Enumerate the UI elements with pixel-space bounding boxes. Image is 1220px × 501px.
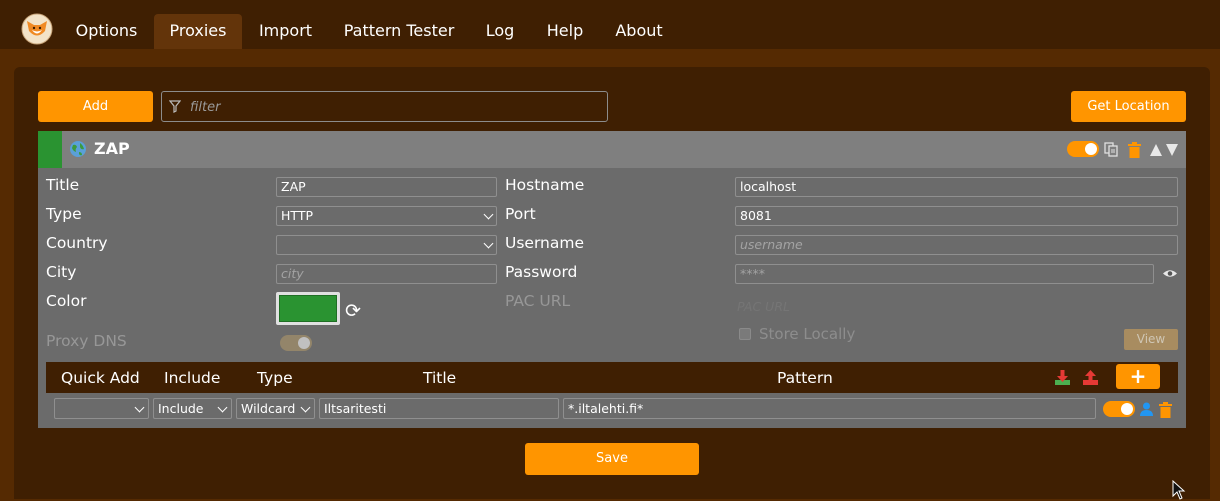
add-button[interactable]: Add: [38, 91, 153, 122]
tab-help[interactable]: Help: [535, 14, 595, 49]
pac-url-input[interactable]: PAC URL: [737, 299, 790, 314]
filter-icon: [169, 100, 181, 113]
view-button[interactable]: View: [1124, 329, 1178, 350]
proxy-card-header[interactable]: ZAP: [38, 131, 1186, 168]
quick-add-header: Quick Add: [61, 369, 140, 387]
username-label: Username: [505, 234, 585, 252]
proxy-color-strip: [38, 131, 62, 168]
delete-icon[interactable]: [1128, 142, 1141, 158]
foxyproxy-logo-icon: [21, 13, 53, 45]
title-input[interactable]: ZAP: [276, 177, 497, 197]
top-nav: Options Proxies Import Pattern Tester Lo…: [0, 0, 1220, 49]
export-patterns-icon[interactable]: [1082, 369, 1099, 386]
globe-icon: [70, 141, 86, 157]
type-header: Type: [257, 369, 293, 387]
title-label: Title: [46, 176, 80, 194]
delete-pattern-icon[interactable]: [1159, 402, 1172, 418]
password-input[interactable]: ****: [735, 264, 1154, 284]
proxy-dns-toggle[interactable]: [280, 335, 312, 351]
tab-log[interactable]: Log: [476, 14, 524, 49]
tab-import[interactable]: Import: [247, 14, 324, 49]
country-select[interactable]: [276, 235, 497, 255]
tab-proxies[interactable]: Proxies: [154, 14, 242, 49]
proxy-card: ZAP Title ZAP Type HTTP Country City cit…: [38, 131, 1186, 428]
tab-pattern-tester[interactable]: Pattern Tester: [332, 14, 466, 49]
tab-options[interactable]: Options: [63, 14, 150, 49]
city-input[interactable]: city: [276, 264, 497, 284]
pac-url-label: PAC URL: [505, 292, 571, 310]
patterns-header: Quick Add Include Type Title Pattern +: [46, 362, 1178, 393]
password-label: Password: [505, 263, 578, 281]
proxy-dns-label: Proxy DNS: [46, 332, 127, 350]
pattern-title-input[interactable]: Iltsaritesti: [319, 398, 559, 419]
random-color-icon[interactable]: ⟳: [345, 300, 361, 322]
mouse-cursor-icon: [1172, 480, 1186, 500]
type-label: Type: [46, 205, 82, 223]
move-up-icon[interactable]: [1149, 143, 1163, 157]
username-input[interactable]: username: [735, 235, 1178, 255]
user-icon[interactable]: [1140, 402, 1153, 416]
save-button[interactable]: Save: [525, 443, 699, 475]
pattern-header: Pattern: [777, 369, 833, 387]
store-locally-label: Store Locally: [759, 325, 856, 343]
store-locally-checkbox[interactable]: [739, 328, 751, 340]
import-patterns-icon[interactable]: [1054, 369, 1071, 386]
filter-field[interactable]: [161, 91, 608, 122]
port-input[interactable]: 8081: [735, 206, 1178, 226]
port-label: Port: [505, 205, 536, 223]
country-label: Country: [46, 234, 108, 252]
include-select[interactable]: Include: [153, 398, 232, 419]
proxy-card-title: ZAP: [94, 139, 130, 158]
hostname-label: Hostname: [505, 176, 585, 194]
move-down-icon[interactable]: [1165, 143, 1179, 157]
hostname-input[interactable]: localhost: [735, 177, 1178, 197]
color-picker[interactable]: [276, 292, 340, 325]
pattern-type-select[interactable]: Wildcard: [236, 398, 315, 419]
pattern-input[interactable]: *.iltalehti.fi*: [563, 398, 1096, 419]
add-pattern-button[interactable]: +: [1116, 364, 1160, 389]
city-label: City: [46, 263, 77, 281]
show-password-icon[interactable]: [1162, 268, 1178, 279]
type-select[interactable]: HTTP: [276, 206, 497, 226]
get-location-button[interactable]: Get Location: [1071, 91, 1186, 122]
pattern-enabled-toggle[interactable]: [1103, 401, 1135, 417]
proxy-enabled-toggle[interactable]: [1067, 141, 1099, 157]
include-header: Include: [164, 369, 221, 387]
quick-add-select[interactable]: [54, 398, 149, 419]
filter-input[interactable]: [190, 97, 590, 117]
title-header: Title: [423, 369, 457, 387]
tab-about[interactable]: About: [606, 14, 672, 49]
duplicate-icon[interactable]: [1104, 142, 1118, 157]
color-label: Color: [46, 292, 87, 310]
